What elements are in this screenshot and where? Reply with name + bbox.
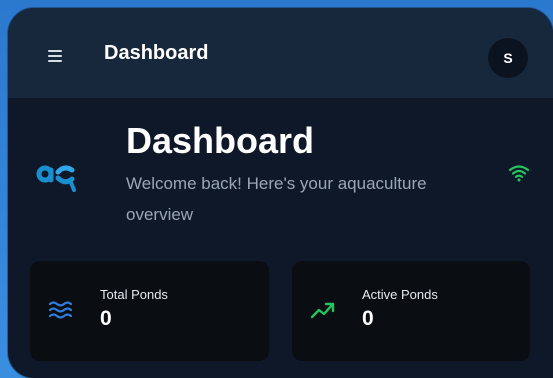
stat-card-label: Active Ponds (362, 287, 438, 302)
app-window: Dashboard S Dashboard Welcome back! Here… (8, 8, 553, 378)
user-avatar[interactable]: S (488, 38, 528, 78)
hamburger-menu-icon[interactable] (48, 50, 62, 62)
trending-up-icon (310, 302, 335, 319)
stat-card-value: 0 (100, 307, 112, 330)
stat-card-label: Total Ponds (100, 287, 168, 302)
app-bar: Dashboard S (8, 8, 553, 98)
page-title: Dashboard (126, 120, 315, 161)
wifi-icon (508, 165, 530, 182)
app-bar-title: Dashboard (104, 42, 209, 64)
page-subtitle: Welcome back! Here's your aquaculture ov… (126, 174, 427, 224)
waves-icon (48, 301, 73, 319)
stat-card-value: 0 (362, 307, 374, 330)
aq-logo-icon (36, 165, 76, 192)
stat-card-active-ponds[interactable]: Active Ponds 0 (292, 261, 530, 361)
stat-card-total-ponds[interactable]: Total Ponds 0 (30, 261, 269, 361)
